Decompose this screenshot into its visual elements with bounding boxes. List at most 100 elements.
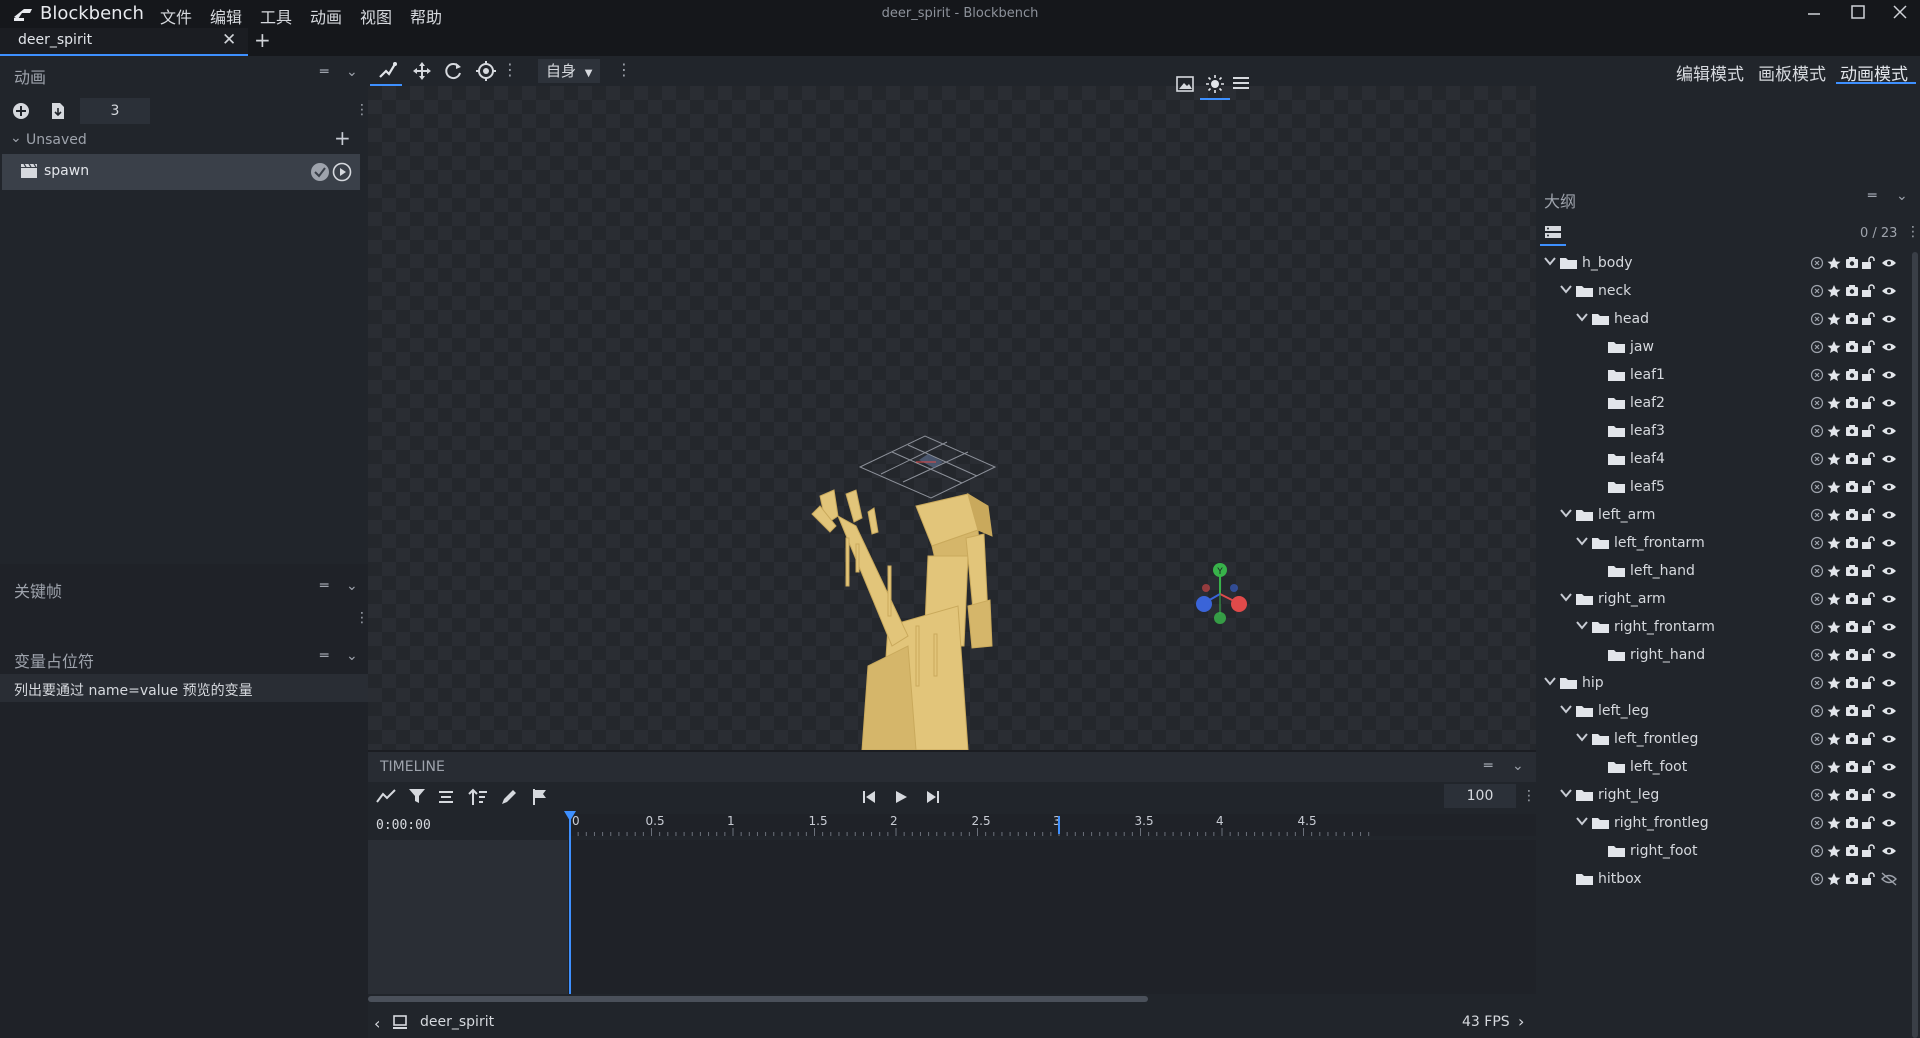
outliner-item-left-leg[interactable]: left_leg bbox=[1536, 698, 1910, 726]
minimize-icon[interactable] bbox=[1806, 2, 1822, 22]
more-options-icon[interactable]: ⋮ bbox=[355, 102, 369, 118]
playhead-handle-icon[interactable] bbox=[563, 810, 577, 822]
timeline-ruler[interactable]: 0 0.5 1 1.5 2 2.5 3 3.5 4 4.5 bbox=[568, 814, 1536, 836]
animation-count-field[interactable]: 3 bbox=[80, 98, 150, 124]
expand-chevron-icon[interactable] bbox=[1544, 255, 1556, 267]
new-tab-icon[interactable]: + bbox=[254, 28, 271, 52]
expand-chevron-icon[interactable] bbox=[1560, 283, 1572, 295]
skip-forward-icon[interactable] bbox=[926, 790, 940, 804]
save-check-icon[interactable] bbox=[310, 162, 330, 182]
playback-speed-input[interactable]: 100 bbox=[1444, 784, 1516, 808]
panel-menu-icon[interactable]: ═ bbox=[320, 578, 328, 594]
add-animation-icon[interactable] bbox=[12, 102, 30, 120]
timeline-keyframe-area[interactable] bbox=[568, 840, 1536, 994]
skip-back-icon[interactable] bbox=[862, 790, 876, 804]
outliner-item-jaw[interactable]: jaw bbox=[1536, 334, 1910, 362]
pencil-icon[interactable] bbox=[500, 788, 518, 806]
folder-icon bbox=[1608, 425, 1625, 437]
more-options-icon[interactable]: ⋮ bbox=[355, 610, 369, 626]
expand-chevron-icon[interactable] bbox=[1576, 619, 1588, 631]
more-options-icon[interactable]: ⋮ bbox=[1906, 224, 1920, 240]
expand-chevron-icon[interactable] bbox=[1560, 507, 1572, 519]
clapperboard-icon bbox=[20, 163, 38, 179]
animation-item-spawn[interactable]: spawn bbox=[2, 154, 360, 190]
filter-icon[interactable] bbox=[408, 788, 426, 804]
panel-menu-icon[interactable]: ═ bbox=[320, 648, 328, 664]
more-options-icon[interactable]: ⋮ bbox=[616, 60, 632, 79]
expand-chevron-icon[interactable] bbox=[1576, 535, 1588, 547]
outliner-item-right-arm[interactable]: right_arm bbox=[1536, 586, 1910, 614]
chevron-down-icon[interactable]: ⌄ bbox=[1512, 758, 1524, 774]
expand-chevron-icon[interactable] bbox=[1560, 787, 1572, 799]
outliner-item-leaf2[interactable]: leaf2 bbox=[1536, 390, 1910, 418]
variable-input[interactable]: 列出要通过 name=value 预览的变量 bbox=[0, 674, 368, 702]
group-chevron-icon[interactable]: ⌄ bbox=[10, 130, 22, 146]
playhead[interactable] bbox=[569, 814, 571, 994]
timeline-scrollbar[interactable] bbox=[368, 996, 1148, 1002]
left-panel: 动画 ═ ⌄ 3 ⋮ ⌄ Unsaved + spawn 关键帧 ═ ⌄ ⋮ 变… bbox=[0, 56, 369, 1038]
mode-edit[interactable]: 编辑模式 bbox=[1676, 60, 1744, 85]
close-icon[interactable] bbox=[1892, 4, 1908, 20]
add-to-group-icon[interactable]: + bbox=[334, 126, 351, 150]
expand-chevron-icon[interactable] bbox=[1544, 675, 1556, 687]
more-options-icon[interactable]: ⋮ bbox=[1522, 788, 1536, 804]
panel-menu-icon[interactable]: ═ bbox=[1868, 188, 1876, 204]
chevron-down-icon[interactable]: ⌄ bbox=[1896, 188, 1908, 204]
chevron-down-icon[interactable]: ⌄ bbox=[346, 64, 358, 80]
expand-chevron-icon[interactable] bbox=[1576, 311, 1588, 323]
pivot-tool-icon[interactable] bbox=[476, 61, 496, 81]
chevron-right-icon[interactable]: › bbox=[1518, 1012, 1524, 1031]
pose-tool-button[interactable] bbox=[370, 56, 402, 86]
flag-icon[interactable] bbox=[532, 788, 548, 806]
variable-hint: 列出要通过 name=value 预览的变量 bbox=[14, 683, 253, 699]
panel-menu-icon[interactable]: ═ bbox=[320, 64, 328, 80]
outliner-item-left-frontleg[interactable]: left_frontleg bbox=[1536, 726, 1910, 754]
outliner-item-neck[interactable]: neck bbox=[1536, 278, 1910, 306]
expand-chevron-icon[interactable] bbox=[1560, 591, 1572, 603]
align-icon[interactable] bbox=[438, 790, 454, 804]
chevron-down-icon[interactable]: ⌄ bbox=[346, 578, 358, 594]
outliner-toggle-button[interactable] bbox=[1540, 220, 1566, 246]
close-tab-icon[interactable]: ✕ bbox=[222, 30, 236, 50]
outliner-item-toggles bbox=[1810, 760, 1900, 774]
tab-deer-spirit[interactable]: deer_spirit ✕ bbox=[0, 28, 248, 56]
outliner-item-leaf4[interactable]: leaf4 bbox=[1536, 446, 1910, 474]
sort-icon[interactable] bbox=[468, 788, 488, 806]
outliner-item-right-hand[interactable]: right_hand bbox=[1536, 642, 1910, 670]
expand-chevron-icon[interactable] bbox=[1576, 815, 1588, 827]
outliner-item-hip[interactable]: hip bbox=[1536, 670, 1910, 698]
expand-chevron-icon[interactable] bbox=[1576, 731, 1588, 743]
chevron-down-icon[interactable]: ⌄ bbox=[346, 648, 358, 664]
outliner-item-left-foot[interactable]: left_foot bbox=[1536, 754, 1910, 782]
chevron-left-icon[interactable]: ‹ bbox=[374, 1014, 380, 1033]
outliner-item-left-frontarm[interactable]: left_frontarm bbox=[1536, 530, 1910, 558]
more-options-icon[interactable]: ⋮ bbox=[502, 60, 518, 79]
outliner-item-right-frontleg[interactable]: right_frontleg bbox=[1536, 810, 1910, 838]
move-tool-icon[interactable] bbox=[412, 61, 432, 81]
outliner-item-h-body[interactable]: h_body bbox=[1536, 250, 1910, 278]
import-animation-icon[interactable] bbox=[50, 102, 66, 120]
outliner-item-head[interactable]: head bbox=[1536, 306, 1910, 334]
rotate-tool-icon[interactable] bbox=[444, 61, 464, 81]
mode-paint[interactable]: 画板模式 bbox=[1758, 60, 1826, 85]
outliner-scrollbar[interactable] bbox=[1912, 252, 1918, 1038]
mode-animate-tab[interactable]: 动画模式 bbox=[1836, 56, 1916, 85]
graph-editor-icon[interactable] bbox=[376, 788, 396, 804]
play-icon[interactable] bbox=[894, 790, 908, 804]
outliner-item-left-arm[interactable]: left_arm bbox=[1536, 502, 1910, 530]
outliner-item-right-frontarm[interactable]: right_frontarm bbox=[1536, 614, 1910, 642]
outliner-item-left-hand[interactable]: left_hand bbox=[1536, 558, 1910, 586]
outliner-item-right-leg[interactable]: right_leg bbox=[1536, 782, 1910, 810]
maximize-icon[interactable] bbox=[1850, 4, 1866, 20]
outliner-item-leaf3[interactable]: leaf3 bbox=[1536, 418, 1910, 446]
play-animation-icon[interactable] bbox=[332, 162, 352, 182]
outliner-item-right-foot[interactable]: right_foot bbox=[1536, 838, 1910, 866]
3d-viewport[interactable]: Y bbox=[368, 75, 1536, 750]
outliner-item-leaf1[interactable]: leaf1 bbox=[1536, 362, 1910, 390]
panel-menu-icon[interactable]: ═ bbox=[1484, 758, 1492, 774]
transform-space-select[interactable]: 自身 ▼ bbox=[538, 59, 600, 83]
outliner-item-hitbox[interactable]: hitbox bbox=[1536, 866, 1910, 894]
outliner-item-leaf5[interactable]: leaf5 bbox=[1536, 474, 1910, 502]
expand-chevron-icon[interactable] bbox=[1560, 703, 1572, 715]
animation-end-marker[interactable] bbox=[1058, 816, 1060, 834]
